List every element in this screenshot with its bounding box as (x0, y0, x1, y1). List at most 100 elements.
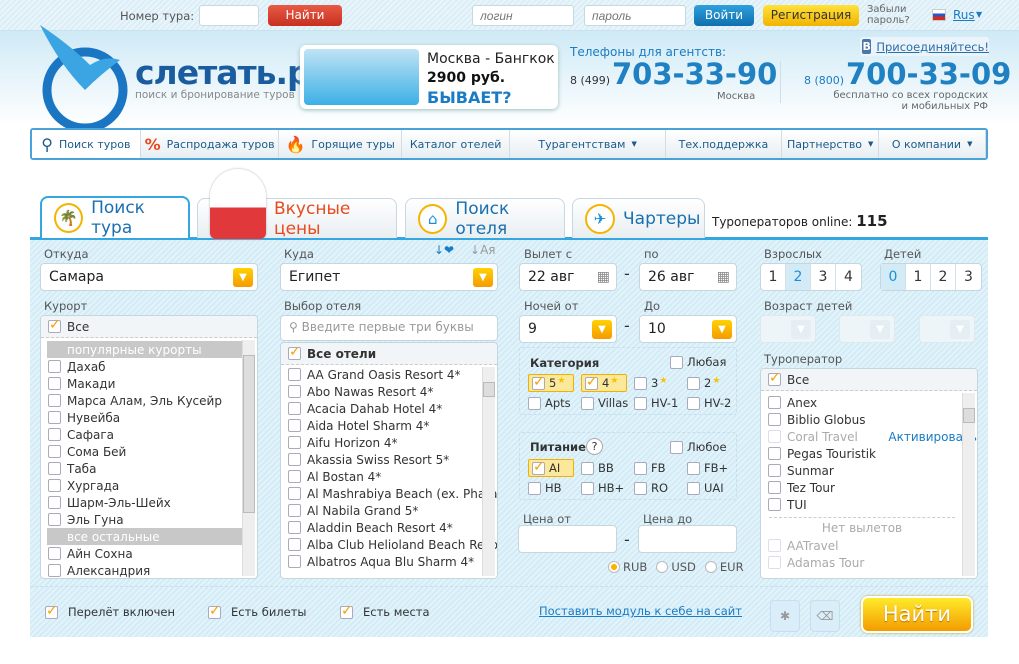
resort-item[interactable]: Сома Бей (41, 443, 257, 460)
resort-item[interactable]: Айн Сохна (41, 545, 257, 562)
currency-radio[interactable]: EUR (704, 560, 744, 574)
checkbox[interactable] (288, 538, 301, 551)
hotel-item[interactable]: Aida Hotel Sharm 4* (281, 417, 497, 434)
nav-item[interactable]: % Распродажа туров (141, 130, 280, 158)
hotel-search-input[interactable]: ⚲ Введите первые три буквы (280, 315, 498, 341)
count-option[interactable]: 4 (836, 264, 861, 290)
checkbox[interactable] (532, 374, 545, 390)
from-select[interactable]: Самара ▼ (40, 263, 258, 291)
forgot-password-link[interactable]: Забыли пароль? (867, 4, 910, 26)
checkbox[interactable] (768, 464, 781, 477)
resort-item[interactable]: Макади (41, 375, 257, 392)
checkbox[interactable] (208, 603, 221, 619)
checkbox[interactable] (288, 368, 301, 381)
count-option[interactable]: 0 (881, 264, 906, 290)
categorie-option[interactable]: 3 ★ (634, 374, 667, 392)
checkbox[interactable] (48, 377, 61, 390)
tour-number-input[interactable] (199, 5, 259, 26)
checkbox[interactable] (768, 430, 781, 443)
resort-item[interactable]: Нувейба (41, 409, 257, 426)
resort-item[interactable]: Хургада (41, 477, 257, 494)
checkbox[interactable] (687, 396, 700, 410)
to-select[interactable]: Египет ▼ (280, 263, 498, 291)
register-button[interactable]: Регистрация (763, 5, 859, 26)
checkbox[interactable] (634, 481, 647, 495)
resort-item[interactable]: Эль Гуна (41, 511, 257, 528)
checkbox[interactable] (48, 360, 61, 373)
meal-any[interactable]: Любое (670, 438, 727, 456)
child-age-select-2[interactable]: ▼ (839, 315, 895, 343)
checkbox[interactable] (48, 564, 61, 577)
seats-available[interactable]: Есть места (340, 603, 430, 621)
meal-option[interactable]: HB+ (581, 479, 624, 497)
operator-item[interactable]: Anex (761, 394, 977, 411)
radio[interactable] (704, 561, 717, 573)
scrollbar[interactable] (482, 367, 495, 576)
hotel-item[interactable]: Al Bostan 4* (281, 468, 497, 485)
resort-item[interactable]: Шарм-Эль-Шейх (41, 494, 257, 511)
hotel-item[interactable]: Alba Club Helioland Beach Resort (281, 536, 497, 553)
nav-item[interactable]: Турагентствам ▼ (510, 130, 666, 158)
checkbox[interactable] (288, 385, 301, 398)
nav-item[interactable]: 🔥 Горящие туры (279, 130, 402, 158)
hotel-item[interactable]: Aladdin Beach Resort 4* (281, 519, 497, 536)
help-icon[interactable]: ? (586, 438, 603, 455)
checkbox[interactable] (48, 428, 61, 441)
search-button[interactable]: Найти (861, 596, 973, 633)
checkbox[interactable] (288, 521, 301, 534)
resort-item[interactable]: Александрия (41, 562, 257, 578)
checkbox[interactable] (768, 481, 781, 494)
resort-item[interactable]: Сафага (41, 426, 257, 443)
meal-option[interactable]: UAI (687, 479, 724, 497)
calendar-icon[interactable]: ▦ (717, 269, 730, 285)
nav-item[interactable]: О компании ▼ (879, 130, 987, 158)
checkbox[interactable] (670, 440, 683, 454)
checkbox[interactable] (634, 396, 647, 410)
count-option[interactable]: 1 (906, 264, 931, 290)
currency-radio[interactable]: USD (656, 560, 696, 574)
operator-item[interactable]: TUI (761, 496, 977, 513)
checkbox[interactable] (768, 498, 781, 511)
hotel-item[interactable]: Al Nabila Grand 5* (281, 502, 497, 519)
operator-item[interactable]: Sunmar (761, 462, 977, 479)
checkbox[interactable] (45, 603, 58, 619)
nav-item[interactable]: ⚲ Поиск туров (32, 130, 141, 158)
tab-1[interactable]: 🌴 Поиск тура (40, 196, 190, 238)
categorie-option[interactable]: Villas (581, 394, 628, 412)
checkbox[interactable] (768, 413, 781, 426)
categorie-option[interactable]: 5★ (528, 374, 574, 392)
checkbox[interactable] (48, 394, 61, 407)
meal-option[interactable]: HB (528, 479, 562, 497)
checkbox[interactable] (581, 481, 594, 495)
count-option[interactable]: 3 (956, 264, 981, 290)
resort-item[interactable]: Таба (41, 460, 257, 477)
hotel-item[interactable]: Akassia Swiss Resort 5* (281, 451, 497, 468)
checkbox[interactable] (48, 411, 61, 424)
radio[interactable] (656, 561, 669, 573)
nights-from-select[interactable]: 9 ▼ (519, 315, 617, 343)
resort-all[interactable]: Все (41, 316, 257, 338)
checkbox[interactable] (288, 453, 301, 466)
nights-to-select[interactable]: 10 ▼ (639, 315, 737, 343)
depart-to-input[interactable]: 26 авг ▦ (639, 263, 737, 291)
nav-item[interactable]: Каталог отелей (402, 130, 511, 158)
hotel-item[interactable]: Al Mashrabiya Beach (ex. Pharaoh (281, 485, 497, 502)
tour-number-find-button[interactable]: Найти (268, 5, 342, 26)
checkbox[interactable] (634, 376, 647, 390)
vk-join-link[interactable]: B Присоединяйтесь! (860, 37, 989, 56)
checkbox[interactable] (528, 481, 541, 495)
categorie-option[interactable]: Apts (528, 394, 571, 412)
checkbox[interactable] (532, 459, 545, 475)
checkbox[interactable] (48, 513, 61, 526)
child-age-select-3[interactable]: ▼ (919, 315, 975, 343)
checkbox[interactable] (48, 445, 61, 458)
checkbox[interactable] (585, 374, 598, 390)
checkbox[interactable] (288, 344, 301, 360)
categorie-option[interactable]: 2 ★ (687, 374, 720, 392)
hotel-all[interactable]: Все отели (281, 343, 497, 365)
price-to-input[interactable] (638, 525, 737, 553)
checkbox[interactable] (768, 447, 781, 460)
hotel-item[interactable]: Albatros Aqua Blu Sharm 4* (281, 553, 497, 570)
child-age-select-1[interactable]: ▼ (760, 315, 816, 343)
eraser-icon[interactable]: ⌫ (810, 600, 840, 632)
